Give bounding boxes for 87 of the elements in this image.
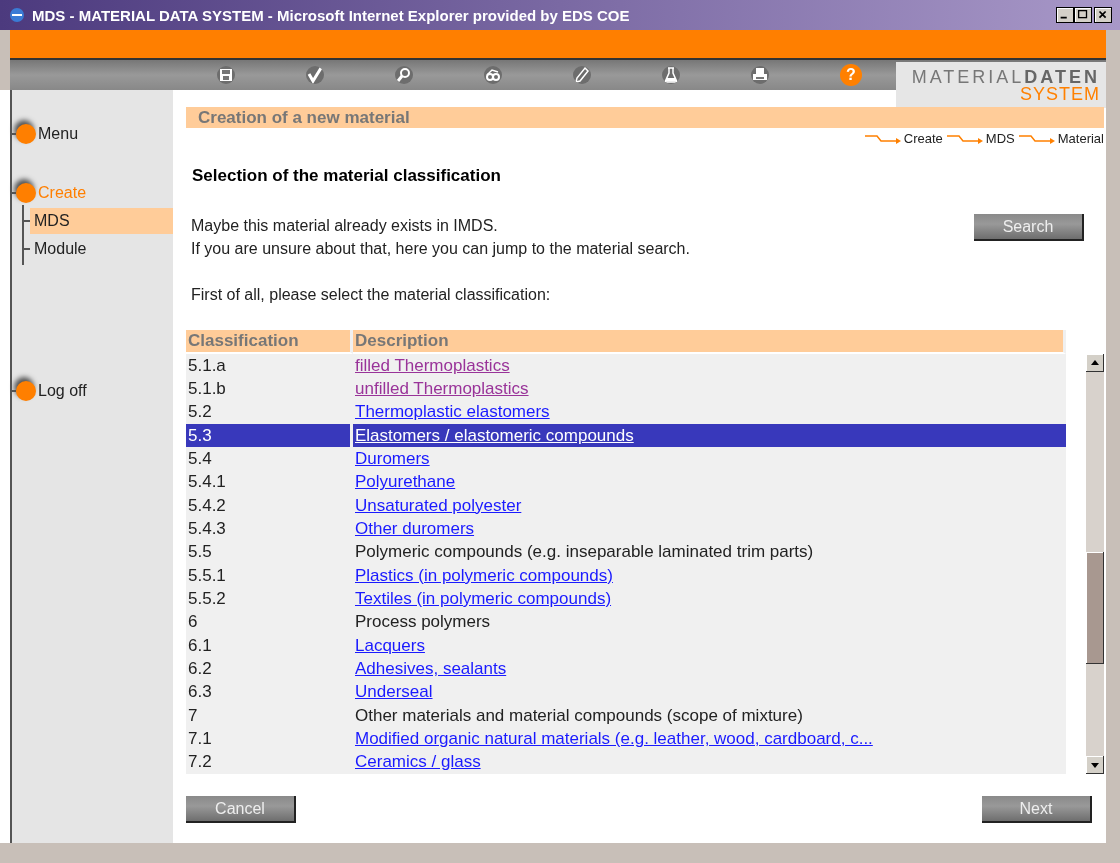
- classification-code: 5.3: [188, 425, 212, 445]
- classification-code: 5.2: [188, 402, 212, 422]
- description-link[interactable]: filled Thermoplastics: [355, 355, 510, 375]
- logo: MATERIAL DATEN SYSTEM: [896, 62, 1106, 108]
- section-heading: Selection of the material classification: [192, 166, 502, 186]
- classification-code: 6: [188, 612, 198, 632]
- browser-icon: [8, 6, 26, 24]
- sidebar-subitem[interactable]: Module: [30, 236, 173, 262]
- description-link[interactable]: Plastics (in polymeric compounds): [355, 565, 613, 585]
- minimize-icon[interactable]: [1056, 7, 1074, 23]
- classification-code: 5.4.1: [188, 472, 226, 492]
- description-link[interactable]: Unsaturated polyester: [355, 495, 522, 515]
- checkmark-icon[interactable]: [306, 66, 324, 84]
- classification-code: 6.2: [188, 658, 212, 678]
- description-text: Other materials and material compounds (scope of mixture): [355, 705, 803, 725]
- table-row[interactable]: 5.4 Duromers: [186, 447, 1066, 471]
- breadcrumb-item[interactable]: Create: [903, 131, 943, 146]
- classification-code: 5.1.b: [188, 379, 226, 398]
- sidebar-item[interactable]: Log off: [38, 382, 87, 400]
- description-link[interactable]: Textiles (in polymeric compounds): [355, 588, 612, 608]
- bullet-icon: [16, 124, 36, 144]
- classification-code: 5.1.a: [188, 355, 226, 375]
- table-row[interactable]: 6.2 Adhesives, sealants: [186, 657, 1066, 681]
- sidebar-subitem[interactable]: MDS: [30, 208, 173, 234]
- classification-code: 5.4.3: [188, 519, 226, 538]
- column-header: Description: [353, 330, 1066, 355]
- intro-text: If you are unsure about that, here you can jump to the material search.: [191, 239, 690, 259]
- search-icon[interactable]: [395, 66, 413, 84]
- table-row[interactable]: 5.5.1 Plastics (in polymeric compounds): [186, 564, 1066, 588]
- table-row[interactable]: 5.4.1 Polyurethane: [186, 470, 1066, 494]
- intro-text: Maybe this material already exists in IMDS.: [191, 216, 499, 236]
- table-row[interactable]: 5.4.3 Other duromers: [186, 517, 1066, 541]
- classification-code: 5.5: [188, 542, 212, 562]
- description-link[interactable]: Ceramics / glass: [355, 752, 481, 772]
- table-row[interactable]: 6.1 Lacquers: [186, 633, 1066, 658]
- table-row[interactable]: 6.3 Underseal: [186, 680, 1066, 704]
- prompt-text: First of all, please select the material classification:: [191, 286, 552, 304]
- glasses-icon[interactable]: [484, 66, 502, 84]
- close-icon[interactable]: [1094, 7, 1112, 23]
- classification-code: 5.4: [188, 449, 212, 468]
- table-row[interactable]: 5.5 Polymeric compounds (e.g. inseparable laminated trim parts): [186, 540, 1066, 564]
- description-text: Process polymers: [355, 612, 491, 632]
- table-row[interactable]: 7 Other materials and material compounds (scope of mixture): [186, 703, 1066, 728]
- window-title: MDS - MATERIAL DATA SYSTEM - Microsoft Internet Explorer provided by EDS COE: [32, 6, 631, 24]
- scroll-down-icon[interactable]: [1086, 756, 1104, 774]
- description-link[interactable]: Other duromers: [355, 519, 475, 538]
- bullet-icon: [16, 381, 36, 401]
- scroll-up-icon[interactable]: [1086, 354, 1104, 372]
- description-link[interactable]: Adhesives, sealants: [355, 658, 507, 678]
- table-row[interactable]: 6 Process polymers: [186, 610, 1066, 634]
- description-link[interactable]: Modified organic natural materials (e.g. leather, wood, cardboard, c...: [355, 728, 873, 748]
- save-icon[interactable]: [217, 66, 235, 84]
- table-row[interactable]: 5.1.b unfilled Thermoplastics: [186, 377, 1066, 401]
- sidebar-item[interactable]: Menu: [38, 125, 79, 143]
- description-link[interactable]: Duromers: [355, 449, 430, 468]
- bullet-icon: [16, 183, 36, 203]
- table-row[interactable]: 7.1 Modified organic natural materials (e.g. leather, wood, cardboard, c...: [186, 727, 1066, 751]
- column-header: Classification: [186, 330, 353, 355]
- description-link[interactable]: Thermoplastic elastomers: [355, 402, 550, 422]
- description-link[interactable]: Polyurethane: [355, 472, 456, 492]
- description-link[interactable]: unfilled Thermoplastics: [355, 379, 529, 398]
- classification-code: 7: [188, 705, 198, 725]
- classification-code: 5.5.1: [188, 565, 226, 585]
- scrollbar[interactable]: [1086, 354, 1104, 774]
- classification-code: 5.5.2: [188, 588, 226, 608]
- description-link[interactable]: Lacquers: [355, 635, 425, 655]
- printer-icon[interactable]: [751, 66, 769, 84]
- description-link[interactable]: Underseal: [355, 682, 433, 702]
- classification-code: 7.2: [188, 752, 212, 772]
- classification-code: 6.3: [188, 682, 212, 702]
- table-row[interactable]: 5.1.a filled Thermoplastics: [186, 354, 1066, 378]
- pencil-icon[interactable]: [573, 66, 591, 84]
- classification-code: 6.1: [188, 635, 212, 655]
- arrow-icon: [946, 133, 983, 144]
- table-row[interactable]: 5.5.2 Textiles (in polymeric compounds): [186, 587, 1066, 611]
- classification-code: 5.4.2: [188, 495, 226, 515]
- classification-code: 7.1: [188, 728, 212, 748]
- page-title: Creation of a new material: [186, 107, 1104, 128]
- breadcrumb-item[interactable]: MDS: [985, 131, 1015, 146]
- table-row[interactable]: 5.4.2 Unsaturated polyester: [186, 494, 1066, 518]
- maximize-icon[interactable]: [1074, 7, 1092, 23]
- breadcrumb-item[interactable]: Material: [1057, 131, 1104, 146]
- table-row[interactable]: 7.2 Ceramics / glass: [186, 750, 1066, 774]
- arrow-icon: [1018, 133, 1055, 144]
- description-text: Polymeric compounds (e.g. inseparable laminated trim parts): [355, 542, 814, 562]
- flask-icon[interactable]: [662, 66, 680, 84]
- arrow-icon: [864, 133, 901, 144]
